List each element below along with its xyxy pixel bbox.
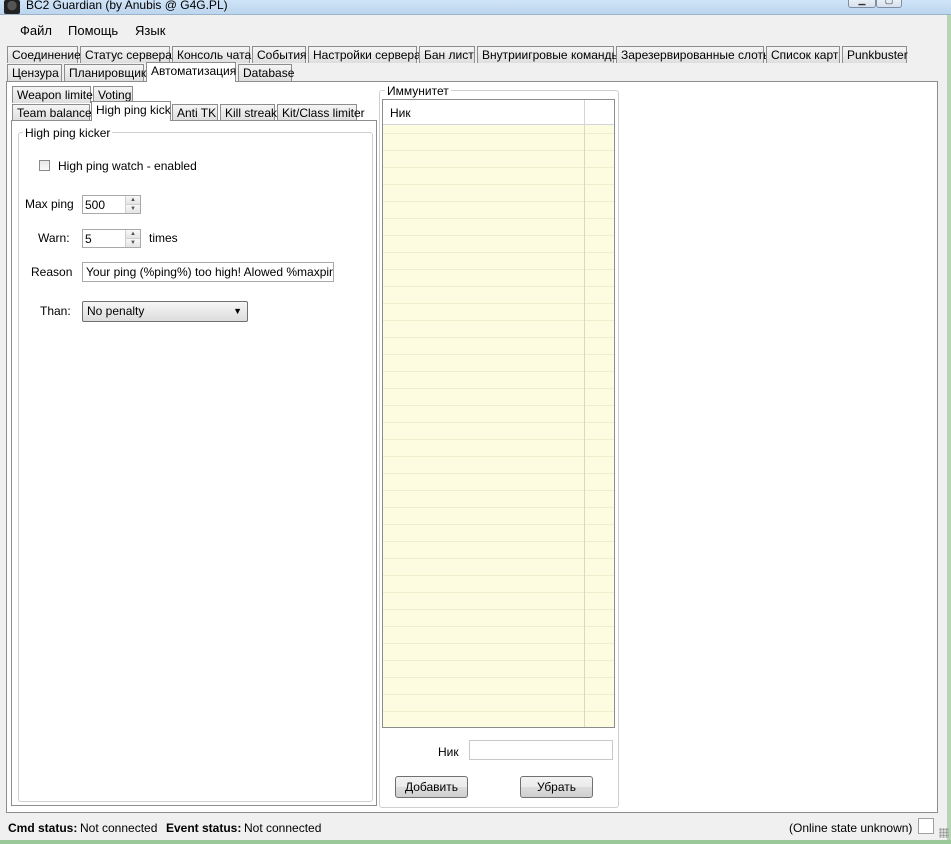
max-ping-label: Max ping (25, 197, 74, 211)
tab-censorship[interactable]: Цензура (7, 64, 62, 81)
nick-input[interactable] (469, 740, 613, 760)
tab-punkbuster[interactable]: Punkbuster (842, 46, 908, 63)
status-bar: Cmd status: Not connected Event status: … (0, 816, 951, 840)
tab-server-settings[interactable]: Настройки сервера (308, 46, 421, 63)
reason-input[interactable]: Your ping (%ping%) too high! Alowed %max… (82, 262, 334, 282)
tab-team-balance[interactable]: Team balance (12, 104, 92, 121)
tab-database[interactable]: Database (238, 64, 294, 81)
menu-help[interactable]: Помощь (68, 23, 118, 38)
tab-ban-list[interactable]: Бан лист (419, 46, 475, 63)
tab-server-status[interactable]: Статус сервера (80, 46, 172, 63)
tab-scheduler[interactable]: Планировщик (64, 64, 146, 81)
menu-bar: Файл Помощь Язык (0, 19, 951, 41)
minimize-button[interactable]: ▁ (848, 0, 876, 8)
high-ping-kicker-group (18, 132, 373, 802)
app-icon (4, 0, 20, 14)
penalty-select-value: No penalty (87, 304, 145, 318)
column-separator (584, 100, 585, 727)
cmd-status-label: Cmd status: (8, 821, 78, 835)
list-header: Ник (383, 100, 614, 125)
reason-label: Reason (31, 265, 73, 279)
spin-down-icon[interactable]: ▼ (126, 239, 140, 247)
max-ping-spin-buttons[interactable]: ▲ ▼ (125, 196, 140, 213)
max-ping-stepper[interactable]: 500 ▲ ▼ (82, 195, 141, 214)
tab-anti-tk[interactable]: Anti TK (172, 104, 218, 121)
spin-down-icon[interactable]: ▼ (126, 205, 140, 213)
immunity-list[interactable]: Ник (382, 99, 615, 728)
resize-grip-icon[interactable] (939, 828, 949, 838)
tab-connection[interactable]: Соединение (7, 46, 81, 63)
window-title: BC2 Guardian (by Anubis @ G4G.PL) (26, 0, 228, 12)
spin-up-icon[interactable]: ▲ (126, 230, 140, 239)
than-label: Than: (40, 304, 71, 318)
warn-label: Warn: (38, 231, 70, 245)
tab-automation[interactable]: Автоматизация (146, 62, 236, 82)
tab-kit-class-limiter[interactable]: Kit/Class limiter (277, 104, 365, 121)
high-ping-enabled-checkbox[interactable] (39, 160, 50, 171)
immunity-title: Иммунитет (385, 84, 451, 98)
window-frame-bottom (0, 840, 951, 844)
tab-chat-console[interactable]: Консоль чата (172, 46, 251, 63)
tab-events[interactable]: События (252, 46, 307, 63)
tab-ingame-commands[interactable]: Внутриигровые команды (477, 46, 620, 63)
tab-map-list[interactable]: Список карт (766, 46, 840, 63)
online-state: (Online state unknown) (789, 821, 913, 835)
warn-spin-buttons[interactable]: ▲ ▼ (125, 230, 140, 247)
add-button[interactable]: Добавить (395, 776, 468, 798)
maximize-button[interactable]: ▢ (876, 0, 902, 8)
tab-kill-streak[interactable]: Kill streak (220, 104, 277, 121)
high-ping-enabled-label[interactable]: High ping watch - enabled (58, 159, 197, 173)
warn-stepper[interactable]: 5 ▲ ▼ (82, 229, 141, 248)
nick-label: Ник (438, 745, 459, 759)
column-header-nick[interactable]: Ник (390, 106, 411, 120)
menu-language[interactable]: Язык (135, 23, 165, 38)
warn-times-label: times (149, 231, 178, 245)
tab-reserved-slots[interactable]: Зарезервированные слоты (616, 46, 772, 63)
title-bar[interactable]: BC2 Guardian (by Anubis @ G4G.PL) ▁ ▢ (0, 0, 951, 15)
dropdown-arrow-icon[interactable]: ▼ (233, 302, 242, 321)
penalty-select[interactable]: No penalty ▼ (82, 301, 248, 322)
online-state-indicator (918, 818, 934, 834)
tab-high-ping-kick[interactable]: High ping kick (91, 101, 171, 121)
high-ping-kicker-title: High ping kicker (23, 126, 113, 140)
tab-weapon-limiter[interactable]: Weapon limiter (12, 86, 97, 103)
spin-up-icon[interactable]: ▲ (126, 196, 140, 205)
event-status-value: Not connected (244, 821, 322, 835)
event-status-label: Event status: (166, 821, 242, 835)
cmd-status-value: Not connected (80, 821, 158, 835)
header-separator[interactable] (584, 100, 585, 124)
warn-value: 5 (85, 232, 92, 246)
remove-button[interactable]: Убрать (520, 776, 593, 798)
menu-file[interactable]: Файл (20, 23, 52, 38)
max-ping-value: 500 (85, 198, 106, 212)
window-frame-right (947, 0, 951, 844)
